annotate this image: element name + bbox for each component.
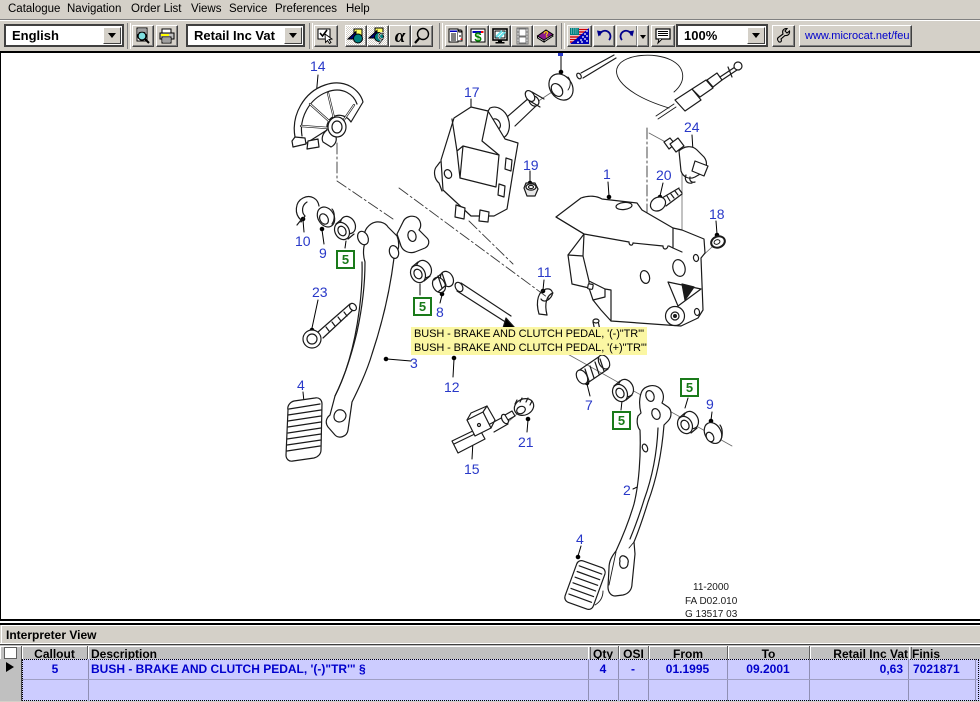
- svg-text:$: $: [474, 30, 482, 45]
- svg-text:α: α: [395, 26, 406, 46]
